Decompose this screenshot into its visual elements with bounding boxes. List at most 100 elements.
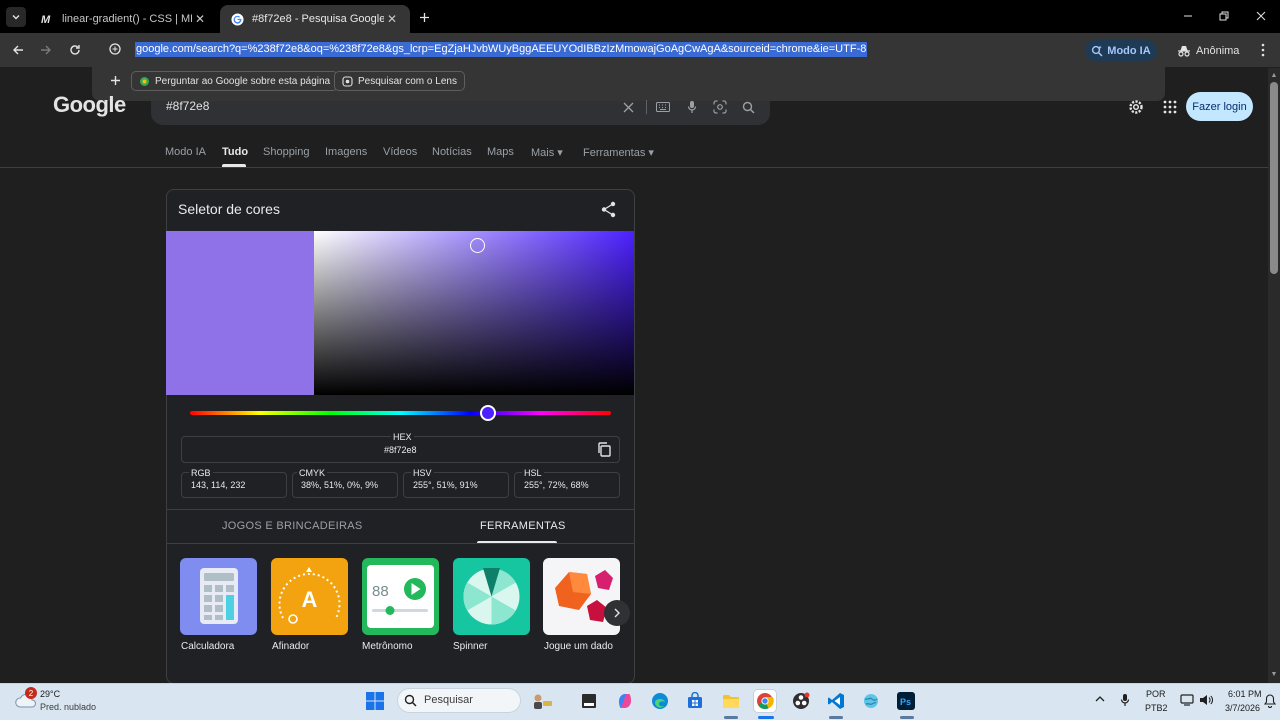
edge-button[interactable] xyxy=(649,690,671,712)
hsv-label: HSV xyxy=(411,468,434,478)
carousel-next-button[interactable] xyxy=(604,600,630,626)
input-language-top[interactable]: POR xyxy=(1146,689,1166,699)
obs-button[interactable] xyxy=(790,690,812,712)
search-button[interactable] xyxy=(740,99,756,115)
ask-google-chip[interactable]: Perguntar ao Google sobre esta página xyxy=(131,71,339,91)
file-app-button[interactable] xyxy=(578,690,600,712)
metronome-tile[interactable]: 88 xyxy=(362,558,439,635)
arrow-right-icon xyxy=(41,45,51,55)
start-button[interactable] xyxy=(364,690,386,712)
reload-button[interactable] xyxy=(65,40,85,60)
browser-menu-button[interactable] xyxy=(1256,41,1270,59)
tab-google-search[interactable]: #8f72e8 - Pesquisa Google ✕ xyxy=(220,5,410,33)
google-logo[interactable]: Google xyxy=(53,92,126,118)
settings-gear-icon[interactable] xyxy=(1127,98,1145,116)
tab-title: #8f72e8 - Pesquisa Google xyxy=(252,13,384,25)
add-context-button[interactable] xyxy=(107,72,123,88)
weather-description[interactable]: Pred. nublado xyxy=(40,702,96,712)
photoshop-icon: Ps xyxy=(897,692,915,710)
close-icon[interactable]: ✕ xyxy=(384,11,400,27)
hsl-value[interactable]: 255°, 72%, 68% xyxy=(524,480,589,490)
cmyk-value[interactable]: 38%, 51%, 0%, 9% xyxy=(301,480,378,490)
copy-icon[interactable] xyxy=(597,442,611,457)
clock-date[interactable]: 3/7/2026 xyxy=(1225,703,1260,713)
nav-modo-ia[interactable]: Modo IA xyxy=(165,146,206,158)
close-icon[interactable]: ✕ xyxy=(192,11,208,27)
weather-temperature[interactable]: 29°C xyxy=(40,689,60,699)
nav-ferramentas[interactable]: Ferramentas ▾ xyxy=(583,146,654,159)
nav-shopping[interactable]: Shopping xyxy=(263,146,310,158)
vscode-button[interactable] xyxy=(825,690,847,712)
nav-maps[interactable]: Maps xyxy=(487,146,514,158)
modo-ia-button[interactable]: Modo IA xyxy=(1085,40,1157,61)
metronome-icon: 88 xyxy=(367,565,434,628)
hex-value[interactable]: #8f72e8 xyxy=(384,445,417,455)
forward-button[interactable] xyxy=(36,40,56,60)
tab-ferramentas[interactable]: FERRAMENTAS xyxy=(480,520,566,532)
store-button[interactable] xyxy=(684,690,706,712)
taskbar-search-placeholder[interactable]: Pesquisar xyxy=(424,694,473,706)
tab-search-button[interactable] xyxy=(6,7,26,27)
nav-videos[interactable]: Vídeos xyxy=(383,146,417,158)
network-icon[interactable] xyxy=(1180,694,1194,706)
clock-time[interactable]: 6:01 PM xyxy=(1228,689,1262,699)
color-preview-swatch xyxy=(166,231,314,395)
login-button[interactable]: Fazer login xyxy=(1186,92,1253,121)
hue-slider-handle[interactable] xyxy=(480,405,497,421)
notification-bell-icon[interactable] xyxy=(1264,694,1276,708)
search-input[interactable]: #8f72e8 xyxy=(166,99,209,113)
color-selector-handle[interactable] xyxy=(469,238,485,254)
tab-jogos-e-brincadeiras[interactable]: JOGOS E BRINCADEIRAS xyxy=(222,520,362,532)
nav-mais-label: Mais xyxy=(531,147,555,159)
tab-mdn[interactable]: M linear-gradient() - CSS | MDN ✕ xyxy=(30,5,218,33)
restore-button[interactable] xyxy=(1212,6,1236,26)
caret-down-icon: ▾ xyxy=(557,147,563,159)
search-nav: Modo IA Tudo Shopping Imagens Vídeos Not… xyxy=(0,143,1280,167)
photoshop-button[interactable]: Ps xyxy=(895,690,917,712)
input-language-bottom[interactable]: PTB2 xyxy=(1145,703,1168,713)
site-info-icon[interactable] xyxy=(108,42,122,56)
new-tab-button[interactable] xyxy=(415,8,433,26)
lens-search-chip[interactable]: Pesquisar com o Lens xyxy=(334,71,465,91)
network-app-button[interactable] xyxy=(860,690,882,712)
back-button[interactable] xyxy=(8,40,28,60)
incognito-indicator[interactable]: Anônima xyxy=(1177,40,1239,61)
share-icon[interactable] xyxy=(600,201,617,218)
scrollbar-thumb[interactable] xyxy=(1270,82,1278,274)
chrome-icon xyxy=(757,693,774,709)
search-box[interactable] xyxy=(151,101,770,125)
google-apps-icon[interactable] xyxy=(1162,99,1178,115)
address-bar[interactable]: google.com/search?q=%238f72e8&oq=%238f72… xyxy=(135,42,868,57)
microphone-icon[interactable] xyxy=(1120,693,1130,707)
voice-search-button[interactable] xyxy=(684,99,700,115)
nav-imagens[interactable]: Imagens xyxy=(325,146,367,158)
tuner-tile[interactable]: A xyxy=(271,558,348,635)
scroll-down-icon[interactable]: ▼ xyxy=(1270,671,1278,679)
hue-slider[interactable] xyxy=(190,411,611,415)
tuner-icon: A xyxy=(278,567,341,624)
minimize-button[interactable] xyxy=(1176,6,1200,26)
file-explorer-button[interactable] xyxy=(720,690,742,712)
volume-icon[interactable] xyxy=(1199,694,1213,706)
calculator-tile[interactable] xyxy=(180,558,257,635)
keyboard-button[interactable] xyxy=(655,99,671,115)
copilot-button[interactable] xyxy=(614,690,636,712)
clear-search-button[interactable] xyxy=(620,99,636,115)
keyboard-icon xyxy=(656,102,670,112)
nav-noticias[interactable]: Notícias xyxy=(432,146,472,158)
card-divider xyxy=(167,509,634,510)
lens-button[interactable] xyxy=(712,99,728,115)
close-window-button[interactable] xyxy=(1249,6,1273,26)
lens-search-label: Pesquisar com o Lens xyxy=(358,75,457,87)
rgb-value[interactable]: 143, 114, 232 xyxy=(191,480,245,490)
nav-mais[interactable]: Mais ▾ xyxy=(531,146,563,159)
saturation-value-area[interactable] xyxy=(314,231,634,395)
chrome-button[interactable] xyxy=(754,690,776,712)
task-view-button[interactable] xyxy=(531,690,553,712)
nav-tudo[interactable]: Tudo xyxy=(222,146,248,158)
spinner-tile[interactable] xyxy=(453,558,530,635)
hsv-value[interactable]: 255°, 51%, 91% xyxy=(413,480,478,490)
chevron-up-icon[interactable] xyxy=(1095,695,1105,703)
scroll-up-icon[interactable]: ▲ xyxy=(1270,72,1278,80)
search-icon xyxy=(742,101,755,114)
